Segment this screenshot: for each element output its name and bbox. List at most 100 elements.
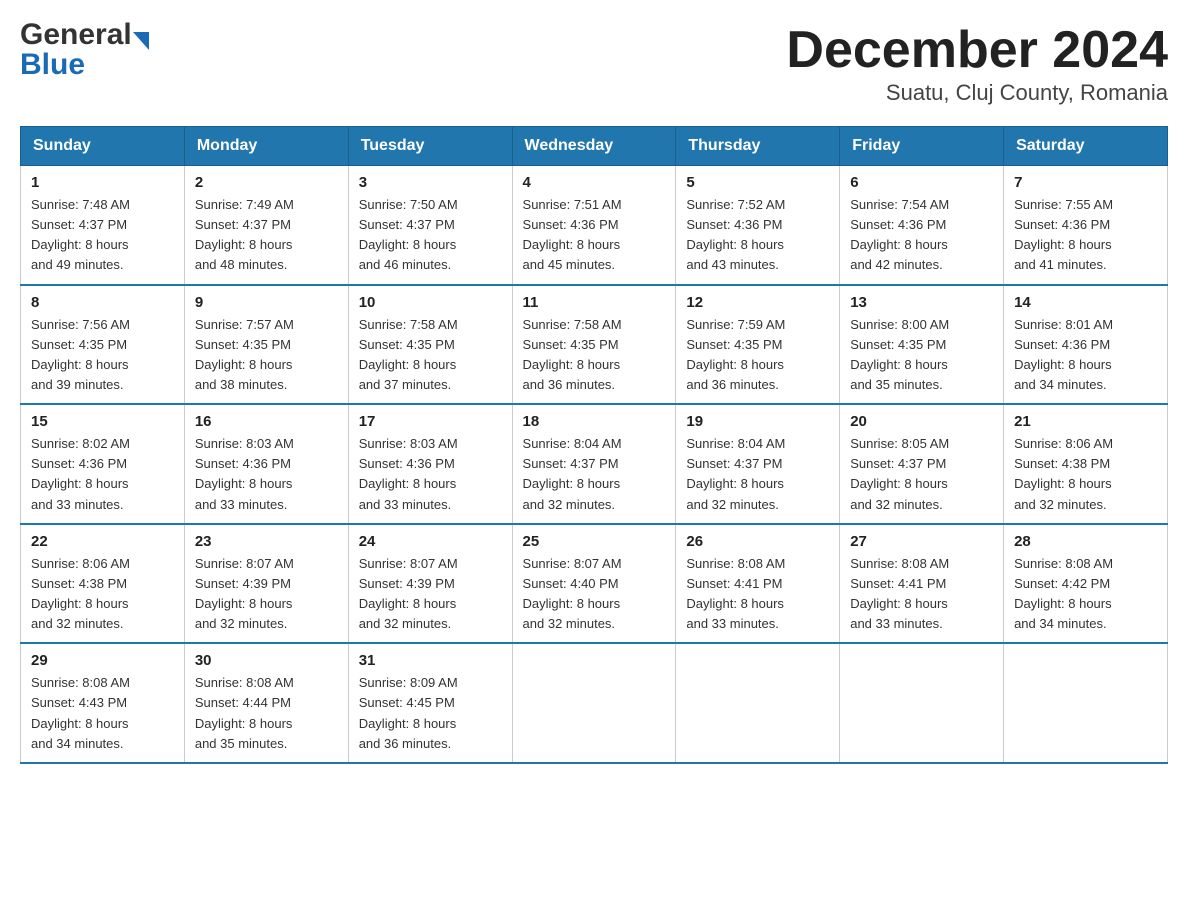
calendar-cell: 31 Sunrise: 8:09 AM Sunset: 4:45 PM Dayl… [348,643,512,763]
day-number: 8 [31,294,174,311]
day-number: 11 [523,294,666,311]
day-info: Sunrise: 8:07 AM Sunset: 4:39 PM Dayligh… [359,554,502,635]
day-info: Sunrise: 8:08 AM Sunset: 4:43 PM Dayligh… [31,673,174,754]
calendar-cell: 30 Sunrise: 8:08 AM Sunset: 4:44 PM Dayl… [184,643,348,763]
calendar-week-row: 22 Sunrise: 8:06 AM Sunset: 4:38 PM Dayl… [21,524,1168,644]
calendar-cell [840,643,1004,763]
day-info: Sunrise: 8:04 AM Sunset: 4:37 PM Dayligh… [686,434,829,515]
calendar-cell [1004,643,1168,763]
day-number: 16 [195,413,338,430]
calendar-week-row: 1 Sunrise: 7:48 AM Sunset: 4:37 PM Dayli… [21,166,1168,285]
day-info: Sunrise: 8:02 AM Sunset: 4:36 PM Dayligh… [31,434,174,515]
logo-general-text: General [20,20,132,50]
day-number: 3 [359,174,502,191]
calendar-title: December 2024 [786,20,1168,80]
calendar-cell: 2 Sunrise: 7:49 AM Sunset: 4:37 PM Dayli… [184,166,348,285]
calendar-cell: 6 Sunrise: 7:54 AM Sunset: 4:36 PM Dayli… [840,166,1004,285]
col-header-monday: Monday [184,127,348,166]
day-info: Sunrise: 8:04 AM Sunset: 4:37 PM Dayligh… [523,434,666,515]
day-info: Sunrise: 7:51 AM Sunset: 4:36 PM Dayligh… [523,195,666,276]
day-info: Sunrise: 7:58 AM Sunset: 4:35 PM Dayligh… [359,315,502,396]
day-info: Sunrise: 7:50 AM Sunset: 4:37 PM Dayligh… [359,195,502,276]
day-info: Sunrise: 8:06 AM Sunset: 4:38 PM Dayligh… [1014,434,1157,515]
calendar-cell: 10 Sunrise: 7:58 AM Sunset: 4:35 PM Dayl… [348,285,512,405]
calendar-week-row: 29 Sunrise: 8:08 AM Sunset: 4:43 PM Dayl… [21,643,1168,763]
day-number: 4 [523,174,666,191]
day-info: Sunrise: 7:56 AM Sunset: 4:35 PM Dayligh… [31,315,174,396]
calendar-subtitle: Suatu, Cluj County, Romania [786,80,1168,106]
calendar-cell: 17 Sunrise: 8:03 AM Sunset: 4:36 PM Dayl… [348,404,512,524]
day-number: 28 [1014,533,1157,550]
day-info: Sunrise: 7:59 AM Sunset: 4:35 PM Dayligh… [686,315,829,396]
calendar-header-row: SundayMondayTuesdayWednesdayThursdayFrid… [21,127,1168,166]
day-number: 7 [1014,174,1157,191]
calendar-cell: 3 Sunrise: 7:50 AM Sunset: 4:37 PM Dayli… [348,166,512,285]
calendar-week-row: 8 Sunrise: 7:56 AM Sunset: 4:35 PM Dayli… [21,285,1168,405]
day-number: 13 [850,294,993,311]
logo-triangle-icon [133,32,149,50]
day-info: Sunrise: 8:08 AM Sunset: 4:41 PM Dayligh… [850,554,993,635]
day-number: 29 [31,652,174,669]
day-number: 2 [195,174,338,191]
calendar-cell: 13 Sunrise: 8:00 AM Sunset: 4:35 PM Dayl… [840,285,1004,405]
calendar-cell: 16 Sunrise: 8:03 AM Sunset: 4:36 PM Dayl… [184,404,348,524]
logo-blue-text: Blue [20,48,85,81]
col-header-saturday: Saturday [1004,127,1168,166]
calendar-cell: 9 Sunrise: 7:57 AM Sunset: 4:35 PM Dayli… [184,285,348,405]
col-header-wednesday: Wednesday [512,127,676,166]
calendar-cell: 7 Sunrise: 7:55 AM Sunset: 4:36 PM Dayli… [1004,166,1168,285]
day-info: Sunrise: 8:03 AM Sunset: 4:36 PM Dayligh… [195,434,338,515]
day-info: Sunrise: 7:58 AM Sunset: 4:35 PM Dayligh… [523,315,666,396]
day-number: 6 [850,174,993,191]
calendar-cell: 25 Sunrise: 8:07 AM Sunset: 4:40 PM Dayl… [512,524,676,644]
calendar-cell: 8 Sunrise: 7:56 AM Sunset: 4:35 PM Dayli… [21,285,185,405]
calendar-cell [676,643,840,763]
day-number: 25 [523,533,666,550]
day-number: 15 [31,413,174,430]
day-number: 30 [195,652,338,669]
day-number: 12 [686,294,829,311]
calendar-cell: 20 Sunrise: 8:05 AM Sunset: 4:37 PM Dayl… [840,404,1004,524]
calendar-cell: 14 Sunrise: 8:01 AM Sunset: 4:36 PM Dayl… [1004,285,1168,405]
calendar-cell: 28 Sunrise: 8:08 AM Sunset: 4:42 PM Dayl… [1004,524,1168,644]
calendar-week-row: 15 Sunrise: 8:02 AM Sunset: 4:36 PM Dayl… [21,404,1168,524]
calendar-cell: 19 Sunrise: 8:04 AM Sunset: 4:37 PM Dayl… [676,404,840,524]
col-header-sunday: Sunday [21,127,185,166]
day-number: 24 [359,533,502,550]
calendar-cell: 22 Sunrise: 8:06 AM Sunset: 4:38 PM Dayl… [21,524,185,644]
calendar-cell: 1 Sunrise: 7:48 AM Sunset: 4:37 PM Dayli… [21,166,185,285]
day-info: Sunrise: 7:57 AM Sunset: 4:35 PM Dayligh… [195,315,338,396]
day-number: 14 [1014,294,1157,311]
day-info: Sunrise: 7:52 AM Sunset: 4:36 PM Dayligh… [686,195,829,276]
day-info: Sunrise: 8:08 AM Sunset: 4:42 PM Dayligh… [1014,554,1157,635]
day-number: 5 [686,174,829,191]
day-number: 10 [359,294,502,311]
day-info: Sunrise: 7:55 AM Sunset: 4:36 PM Dayligh… [1014,195,1157,276]
calendar-cell: 15 Sunrise: 8:02 AM Sunset: 4:36 PM Dayl… [21,404,185,524]
calendar-cell: 27 Sunrise: 8:08 AM Sunset: 4:41 PM Dayl… [840,524,1004,644]
calendar-cell: 18 Sunrise: 8:04 AM Sunset: 4:37 PM Dayl… [512,404,676,524]
day-info: Sunrise: 8:00 AM Sunset: 4:35 PM Dayligh… [850,315,993,396]
day-number: 23 [195,533,338,550]
calendar-cell: 11 Sunrise: 7:58 AM Sunset: 4:35 PM Dayl… [512,285,676,405]
day-info: Sunrise: 7:49 AM Sunset: 4:37 PM Dayligh… [195,195,338,276]
col-header-thursday: Thursday [676,127,840,166]
day-info: Sunrise: 7:48 AM Sunset: 4:37 PM Dayligh… [31,195,174,276]
day-number: 17 [359,413,502,430]
calendar-cell: 24 Sunrise: 8:07 AM Sunset: 4:39 PM Dayl… [348,524,512,644]
day-info: Sunrise: 8:07 AM Sunset: 4:39 PM Dayligh… [195,554,338,635]
calendar-table: SundayMondayTuesdayWednesdayThursdayFrid… [20,126,1168,764]
calendar-cell: 21 Sunrise: 8:06 AM Sunset: 4:38 PM Dayl… [1004,404,1168,524]
day-number: 18 [523,413,666,430]
logo: General Blue [20,20,149,80]
day-number: 26 [686,533,829,550]
calendar-cell: 4 Sunrise: 7:51 AM Sunset: 4:36 PM Dayli… [512,166,676,285]
col-header-friday: Friday [840,127,1004,166]
day-info: Sunrise: 8:07 AM Sunset: 4:40 PM Dayligh… [523,554,666,635]
day-info: Sunrise: 8:03 AM Sunset: 4:36 PM Dayligh… [359,434,502,515]
day-number: 1 [31,174,174,191]
calendar-cell [512,643,676,763]
calendar-cell: 26 Sunrise: 8:08 AM Sunset: 4:41 PM Dayl… [676,524,840,644]
day-info: Sunrise: 8:09 AM Sunset: 4:45 PM Dayligh… [359,673,502,754]
day-number: 31 [359,652,502,669]
